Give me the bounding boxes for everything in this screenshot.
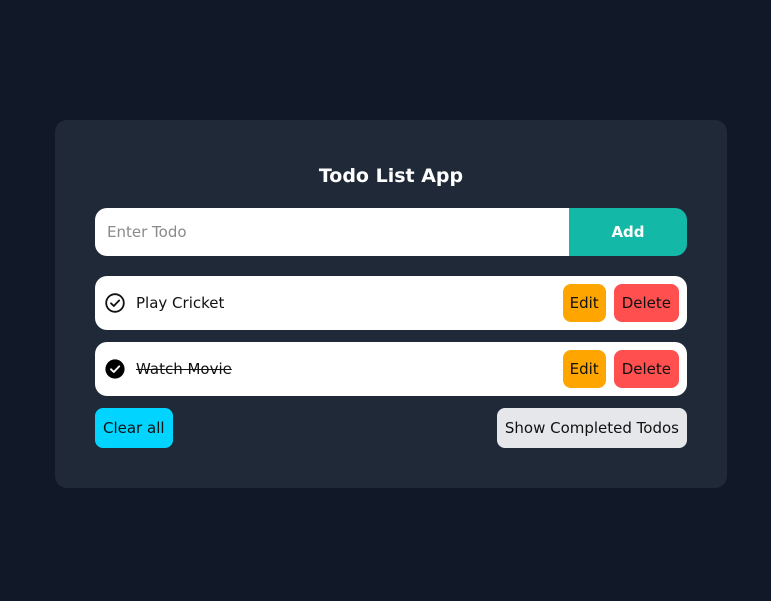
circle-check-filled-icon[interactable] bbox=[105, 359, 125, 379]
todo-item: Watch Movie Edit Delete bbox=[95, 342, 687, 396]
add-todo-row: Add bbox=[95, 208, 687, 256]
edit-button[interactable]: Edit bbox=[562, 350, 606, 388]
delete-button[interactable]: Delete bbox=[613, 350, 679, 388]
todo-input[interactable] bbox=[95, 208, 569, 256]
footer-actions: Clear all Show Completed Todos bbox=[95, 408, 687, 448]
add-button[interactable]: Add bbox=[569, 208, 687, 256]
clear-all-button[interactable]: Clear all bbox=[95, 408, 173, 448]
todo-item: Play Cricket Edit Delete bbox=[95, 276, 687, 330]
circle-check-outline-icon[interactable] bbox=[105, 293, 125, 313]
show-completed-button[interactable]: Show Completed Todos bbox=[496, 408, 687, 448]
edit-button[interactable]: Edit bbox=[562, 284, 606, 322]
todo-text: Play Cricket bbox=[136, 294, 225, 312]
todo-card: Todo List App Add Play Cricket Edit Dele… bbox=[55, 120, 727, 488]
todo-text: Watch Movie bbox=[136, 360, 232, 378]
delete-button[interactable]: Delete bbox=[613, 284, 679, 322]
page-title: Todo List App bbox=[318, 165, 464, 187]
